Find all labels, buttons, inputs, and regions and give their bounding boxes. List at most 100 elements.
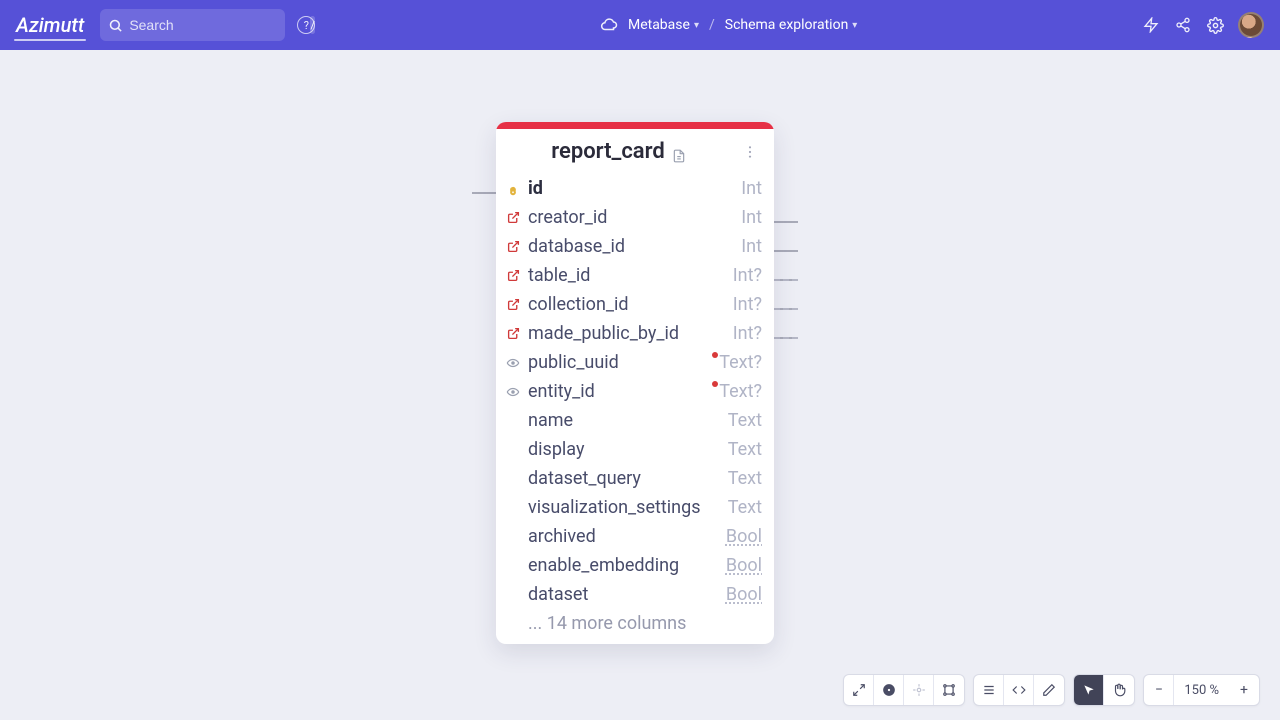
card-header: report_card <box>496 129 774 174</box>
column-row[interactable]: enable_embedding Bool <box>496 551 774 580</box>
column-type: Text <box>728 439 762 460</box>
idx-icon <box>504 383 522 401</box>
relation-line <box>774 279 798 281</box>
blank-icon <box>504 412 522 430</box>
column-list: idInt creator_id Int database_id Int table_id… <box>496 174 774 609</box>
column-name: visualization_settings <box>528 497 720 518</box>
column-row[interactable]: database_id Int <box>496 232 774 261</box>
column-row[interactable]: dataset_query Text <box>496 464 774 493</box>
center-button[interactable] <box>904 675 934 705</box>
header-actions <box>1142 12 1264 38</box>
edit-button[interactable] <box>1034 675 1064 705</box>
column-row[interactable]: entity_idText? <box>496 377 774 406</box>
chevron-down-icon: ▾ <box>852 20 857 31</box>
breadcrumb-separator: / <box>709 17 715 33</box>
fk-icon <box>504 267 522 285</box>
column-row[interactable]: display Text <box>496 435 774 464</box>
column-name: table_id <box>528 265 725 286</box>
search-icon <box>108 16 123 34</box>
column-name: database_id <box>528 236 733 257</box>
layout-button[interactable] <box>934 675 964 705</box>
table-card[interactable]: report_card idIntcreator_idIntdatabase_i… <box>496 122 774 644</box>
zoom-group: − 150 % + <box>1143 674 1260 706</box>
relation-line <box>774 308 798 310</box>
zoom-in-button[interactable]: + <box>1229 675 1259 705</box>
column-name: creator_id <box>528 207 733 228</box>
pointer-button[interactable] <box>1074 675 1104 705</box>
change-dot <box>712 352 718 358</box>
breadcrumb-project[interactable]: Metabase▾ <box>628 17 699 33</box>
view-group <box>843 674 965 706</box>
blank-icon <box>504 470 522 488</box>
tools-group <box>973 674 1065 706</box>
column-type: Text <box>728 410 762 431</box>
blank-icon <box>504 441 522 459</box>
mode-group <box>1073 674 1135 706</box>
search-box[interactable]: / <box>100 9 285 41</box>
column-type: Bool <box>726 526 762 547</box>
column-name: dataset <box>528 584 718 605</box>
column-name: made_public_by_id <box>528 323 725 344</box>
breadcrumb: Metabase▾ / Schema exploration▾ <box>315 16 1142 34</box>
search-input[interactable] <box>129 17 310 33</box>
gear-icon[interactable] <box>1206 16 1224 34</box>
fk-icon <box>504 296 522 314</box>
fit-button[interactable] <box>874 675 904 705</box>
column-row[interactable]: creator_id Int <box>496 203 774 232</box>
blank-icon <box>504 586 522 604</box>
doc-icon <box>671 144 687 160</box>
column-row[interactable]: collection_idInt? <box>496 290 774 319</box>
column-name: public_uuid <box>528 352 711 373</box>
blank-icon <box>504 557 522 575</box>
app-header: Azimutt / ? Metabase▾ / Schema explorati… <box>0 0 1280 50</box>
relation-line <box>472 192 496 194</box>
column-row[interactable]: table_id Int? <box>496 261 774 290</box>
column-row[interactable]: visualization_settingsText <box>496 493 774 522</box>
column-type: Int? <box>733 265 762 286</box>
table-title[interactable]: report_card <box>508 139 730 164</box>
fk-icon <box>504 209 522 227</box>
blank-icon <box>504 499 522 517</box>
code-button[interactable] <box>1004 675 1034 705</box>
hand-button[interactable] <box>1104 675 1134 705</box>
logo[interactable]: Azimutt <box>16 13 84 37</box>
avatar[interactable] <box>1238 12 1264 38</box>
column-name: display <box>528 439 720 460</box>
column-type: Text <box>728 468 762 489</box>
change-dot <box>712 381 718 387</box>
column-type: Int <box>741 207 762 228</box>
column-row[interactable]: archivedBool <box>496 522 774 551</box>
key-icon <box>504 180 522 198</box>
fullscreen-button[interactable] <box>844 675 874 705</box>
column-row[interactable]: datasetBool <box>496 580 774 609</box>
zoom-level[interactable]: 150 % <box>1174 675 1229 705</box>
card-accent <box>496 122 774 129</box>
canvas[interactable]: report_card idIntcreator_idIntdatabase_i… <box>0 50 1280 720</box>
blank-icon <box>504 528 522 546</box>
column-type: Int <box>741 236 762 257</box>
breadcrumb-view[interactable]: Schema exploration▾ <box>725 17 858 33</box>
zoom-out-button[interactable]: − <box>1144 675 1174 705</box>
fk-icon <box>504 325 522 343</box>
column-type: Text? <box>719 352 762 373</box>
column-row[interactable]: nameText <box>496 406 774 435</box>
bolt-icon[interactable] <box>1142 16 1160 34</box>
fk-icon <box>504 238 522 256</box>
relation-line <box>774 221 798 223</box>
column-name: enable_embedding <box>528 555 718 576</box>
column-type: Bool <box>726 555 762 576</box>
column-name: entity_id <box>528 381 711 402</box>
list-button[interactable] <box>974 675 1004 705</box>
cloud-icon <box>600 16 618 34</box>
more-columns[interactable]: ... 14 more columns <box>496 609 774 644</box>
column-row[interactable]: made_public_by_id Int? <box>496 319 774 348</box>
column-name: dataset_query <box>528 468 720 489</box>
column-type: Int? <box>733 323 762 344</box>
share-icon[interactable] <box>1174 16 1192 34</box>
relation-line <box>774 250 798 252</box>
column-name: id <box>528 178 733 199</box>
column-row[interactable]: public_uuid Text? <box>496 348 774 377</box>
table-menu-button[interactable] <box>738 140 762 164</box>
column-row[interactable]: idInt <box>496 174 774 203</box>
chevron-down-icon: ▾ <box>694 20 699 31</box>
